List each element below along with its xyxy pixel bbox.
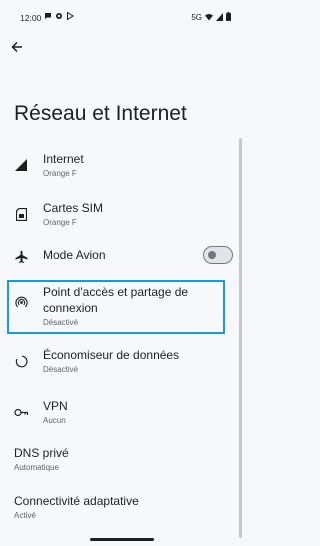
status-time: 12:00 xyxy=(20,13,42,23)
list-item-airplane-mode[interactable]: Mode Avion xyxy=(0,240,235,272)
signal-icon xyxy=(216,12,223,23)
battery-icon xyxy=(226,12,231,23)
item-subtitle: Orange F xyxy=(43,169,77,178)
item-title: Mode Avion xyxy=(43,248,106,262)
data-saver-icon xyxy=(14,354,28,368)
list-item-data-saver[interactable]: Économiseur de données Désactivé xyxy=(0,342,235,382)
chat-bubble-icon xyxy=(44,12,52,22)
system-status: 5G xyxy=(191,12,231,23)
page-title: Réseau et Internet xyxy=(14,102,187,125)
item-subtitle: Aucun xyxy=(43,416,66,425)
item-subtitle: Automatique xyxy=(14,463,59,472)
item-subtitle: Désactivé xyxy=(43,318,79,327)
status-bar: 12:00 5G xyxy=(0,0,243,34)
item-title: VPN xyxy=(43,399,68,413)
network-type: 5G xyxy=(191,13,202,22)
hotspot-icon xyxy=(14,295,28,309)
notification-icons xyxy=(44,11,74,22)
gear-icon xyxy=(55,12,63,22)
signal-icon xyxy=(14,158,28,172)
list-item-adaptive-connectivity[interactable]: Connectivité adaptative Activé xyxy=(0,488,235,528)
toggle-knob xyxy=(208,250,216,259)
item-title: Cartes SIM xyxy=(43,201,104,215)
gesture-navigation-bar[interactable] xyxy=(90,538,154,541)
item-title: Internet xyxy=(43,152,84,166)
scrollbar[interactable] xyxy=(239,138,242,538)
list-item-vpn[interactable]: VPN Aucun xyxy=(0,393,235,433)
settings-screen: 12:00 5G Réseau et Internet Internet Ora… xyxy=(0,0,243,546)
play-store-icon xyxy=(66,11,74,22)
list-item-internet[interactable]: Internet Orange F xyxy=(0,146,235,186)
item-subtitle: Désactivé xyxy=(43,365,79,374)
item-title: Point d'accès et partage de connexion xyxy=(43,285,189,315)
item-title: Économiseur de données xyxy=(43,348,180,362)
item-subtitle: Orange F xyxy=(43,218,77,227)
item-title: Connectivité adaptative xyxy=(14,494,139,508)
wifi-icon xyxy=(205,13,213,23)
vpn-key-icon xyxy=(14,405,28,419)
back-button[interactable] xyxy=(6,38,28,60)
list-item-private-dns[interactable]: DNS privé Automatique xyxy=(0,440,235,480)
item-subtitle: Activé xyxy=(14,511,36,520)
sim-card-icon xyxy=(14,207,28,221)
arrow-back-icon xyxy=(11,40,23,58)
item-title: DNS privé xyxy=(14,446,69,460)
airplane-icon xyxy=(14,249,28,263)
airplane-mode-toggle[interactable] xyxy=(203,246,233,264)
list-item-sim-cards[interactable]: Cartes SIM Orange F xyxy=(0,195,235,235)
